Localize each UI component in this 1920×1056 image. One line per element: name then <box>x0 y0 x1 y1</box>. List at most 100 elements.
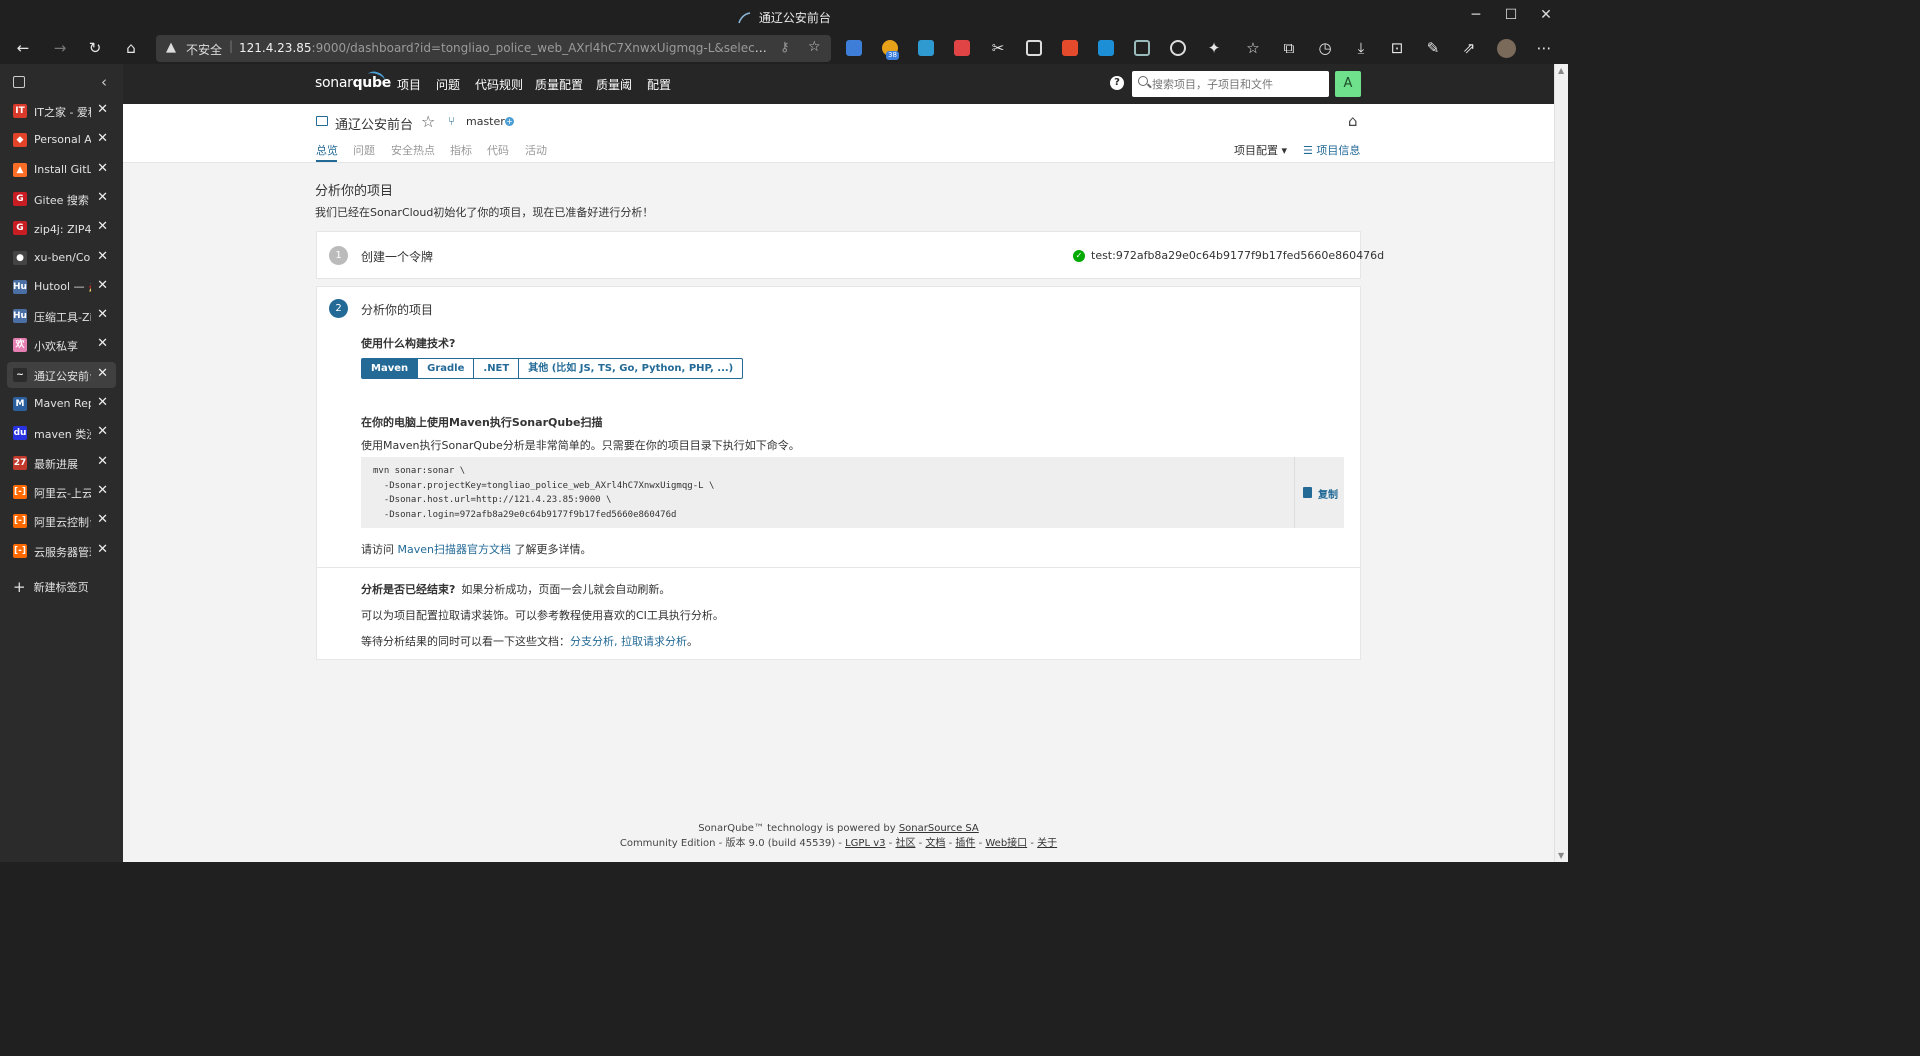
extensions-icon[interactable]: ✎ <box>1422 37 1444 59</box>
maven-docs-link[interactable]: Maven扫描器官方文档 <box>398 543 511 556</box>
minimize-button[interactable]: ─ <box>1465 4 1487 26</box>
home-browser-icon[interactable]: ⌂ <box>120 37 142 59</box>
refresh-icon[interactable]: ↻ <box>84 37 106 59</box>
puzzle-icon[interactable]: ✦ <box>1203 37 1225 59</box>
browser-tab[interactable]: Gzip4j: ZIP4J 是 ✕ <box>7 215 116 241</box>
branch-pr-docs-link[interactable]: 分支分析, 拉取请求分析 <box>570 635 687 648</box>
browser-tab[interactable]: IT IT之家 - 爱科技 ✕ <box>7 98 116 124</box>
scissors-icon[interactable]: ✂ <box>987 37 1009 59</box>
search-input[interactable] <box>1152 75 1322 93</box>
add-favorite-icon[interactable]: ☆ <box>808 39 821 55</box>
nav-quality-profiles[interactable]: 质量配置 <box>535 76 583 93</box>
browser-tab[interactable]: G Gitee 搜索 - 开源 ✕ <box>7 186 116 212</box>
maximize-button[interactable]: ☐ <box>1500 4 1522 26</box>
close-tab-icon[interactable]: ✕ <box>97 102 108 117</box>
browser-tab[interactable]: [-] 阿里云-上云就上 ✕ <box>7 479 116 505</box>
page-scrollbar[interactable]: ▲ ▼ <box>1554 64 1568 862</box>
scroll-down-icon[interactable]: ▼ <box>1558 851 1564 860</box>
close-tab-icon[interactable]: ✕ <box>97 454 108 469</box>
close-tab-icon[interactable]: ✕ <box>97 395 108 410</box>
tab-code[interactable]: 代码 <box>487 142 509 158</box>
key-icon[interactable]: ⚷ <box>780 40 790 55</box>
project-info-link[interactable]: ☰ 项目信息 <box>1303 142 1360 158</box>
share-icon[interactable]: ⇗ <box>1458 37 1480 59</box>
build-option-maven[interactable]: Maven <box>361 358 419 379</box>
home-icon[interactable]: ⌂ <box>1348 112 1358 130</box>
favorite-star-icon[interactable]: ☆ <box>421 112 435 131</box>
close-tab-icon[interactable]: ✕ <box>97 190 108 205</box>
close-tab-icon[interactable]: ✕ <box>97 307 108 322</box>
build-option-dotnet[interactable]: .NET <box>474 358 520 379</box>
red-extension-icon[interactable] <box>954 40 970 56</box>
footer-link-license[interactable]: LGPL v3 <box>845 838 885 849</box>
history-icon[interactable]: ◷ <box>1314 37 1336 59</box>
grid-extension-icon[interactable] <box>918 40 934 56</box>
browser-tab[interactable]: ~ 通辽公安前台 ✕ <box>7 361 116 388</box>
tab-security-hotspots[interactable]: 安全热点 <box>391 142 435 158</box>
build-option-gradle[interactable]: Gradle <box>418 358 475 379</box>
close-tab-icon[interactable]: ✕ <box>97 336 108 351</box>
insecure-label[interactable]: 不安全 <box>186 41 222 58</box>
close-tab-icon[interactable]: ✕ <box>97 219 108 234</box>
sonarsource-link[interactable]: SonarSource SA <box>899 823 979 834</box>
close-tab-icon[interactable]: ✕ <box>97 483 108 498</box>
global-search[interactable] <box>1132 71 1329 97</box>
branch-info-icon[interactable]: + <box>505 117 514 126</box>
tab-overview[interactable]: 总览 <box>316 142 338 158</box>
close-tab-icon[interactable]: ✕ <box>97 161 108 176</box>
close-tab-icon[interactable]: ✕ <box>97 542 108 557</box>
user-avatar[interactable]: A <box>1335 71 1361 97</box>
csdn-extension-icon[interactable] <box>1062 40 1078 56</box>
footer-link-about[interactable]: 关于 <box>1037 838 1057 849</box>
close-tab-icon[interactable]: ✕ <box>97 512 108 527</box>
profile-avatar[interactable] <box>1497 39 1516 58</box>
browser-tab[interactable]: Hu Hutool — 🚀 ✕ <box>7 274 116 300</box>
close-tab-icon[interactable]: ✕ <box>97 249 108 264</box>
nav-projects[interactable]: 项目 <box>397 76 421 93</box>
collections-icon[interactable]: ⧉ <box>1278 37 1300 59</box>
browser-tab[interactable]: du maven 类没找到 ✕ <box>7 420 116 446</box>
branch-name[interactable]: master <box>466 115 505 128</box>
nav-quality-gates[interactable]: 质量阈 <box>596 76 632 93</box>
browser-tab[interactable]: [-] 阿里云控制台首页 ✕ <box>7 508 116 534</box>
close-window-button[interactable]: ✕ <box>1535 4 1557 26</box>
close-tab-icon[interactable]: ✕ <box>97 278 108 293</box>
help-icon[interactable]: ? <box>1110 76 1124 90</box>
close-tab-icon[interactable]: ✕ <box>97 131 108 146</box>
browser-tab[interactable]: Hu 压缩工具-ZipUtil ✕ <box>7 303 116 329</box>
warning-icon[interactable]: ▲ <box>166 40 176 55</box>
footer-link-plugins[interactable]: 插件 <box>955 838 975 849</box>
scroll-up-icon[interactable]: ▲ <box>1558 66 1564 75</box>
browser-tab[interactable]: 欢小欢私享 ✕ <box>7 332 116 358</box>
tab-issues[interactable]: 问题 <box>353 142 375 158</box>
url-text[interactable]: 121.4.23.85:9000/dashboard?id=tongliao_p… <box>239 41 769 55</box>
nav-issues[interactable]: 问题 <box>436 76 460 93</box>
screenshot-icon[interactable]: ⊡ <box>1386 37 1408 59</box>
nav-administration[interactable]: 配置 <box>647 76 671 93</box>
close-tab-icon[interactable]: ✕ <box>97 424 108 439</box>
eyes-extension-icon[interactable] <box>1134 40 1150 56</box>
new-tab-button[interactable]: + 新建标签页 <box>13 578 89 596</box>
back-icon[interactable]: ← <box>12 37 34 59</box>
browser-tab[interactable]: 27 最新进展 ✕ <box>7 450 116 476</box>
browser-tab[interactable]: ◆ Personal Access ✕ <box>7 127 116 153</box>
circle-extension-icon[interactable] <box>1170 40 1186 56</box>
project-settings-dropdown[interactable]: 项目配置 ▾ <box>1234 142 1287 158</box>
nav-rules[interactable]: 代码规则 <box>475 76 523 93</box>
command-text[interactable]: mvn sonar:sonar \ -Dsonar.projectKey=ton… <box>373 464 714 523</box>
project-name[interactable]: 通辽公安前台 <box>335 114 413 133</box>
build-option-other[interactable]: 其他 (比如 JS, TS, Go, Python, PHP, ...) <box>519 358 744 379</box>
footer-link-docs[interactable]: 文档 <box>925 838 945 849</box>
tab-actions-icon[interactable] <box>13 76 25 88</box>
copy-button[interactable]: 复制 <box>1294 457 1344 528</box>
address-bar[interactable]: ▲ 不安全 | 121.4.23.85:9000/dashboard?id=to… <box>156 35 831 62</box>
browser-tab[interactable]: [-] 云服务器管理控制 ✕ <box>7 538 116 564</box>
footer-link-webapi[interactable]: Web接口 <box>985 838 1027 849</box>
favorites-icon[interactable]: ☆ <box>1242 37 1264 59</box>
tab-activity[interactable]: 活动 <box>525 142 547 158</box>
more-menu-icon[interactable]: ⋯ <box>1533 37 1555 59</box>
screen-extension-icon[interactable] <box>1026 40 1042 56</box>
browser-tab[interactable]: M Maven Repository ✕ <box>7 391 116 417</box>
s-extension-icon[interactable] <box>1098 40 1114 56</box>
tab-measures[interactable]: 指标 <box>450 142 472 158</box>
